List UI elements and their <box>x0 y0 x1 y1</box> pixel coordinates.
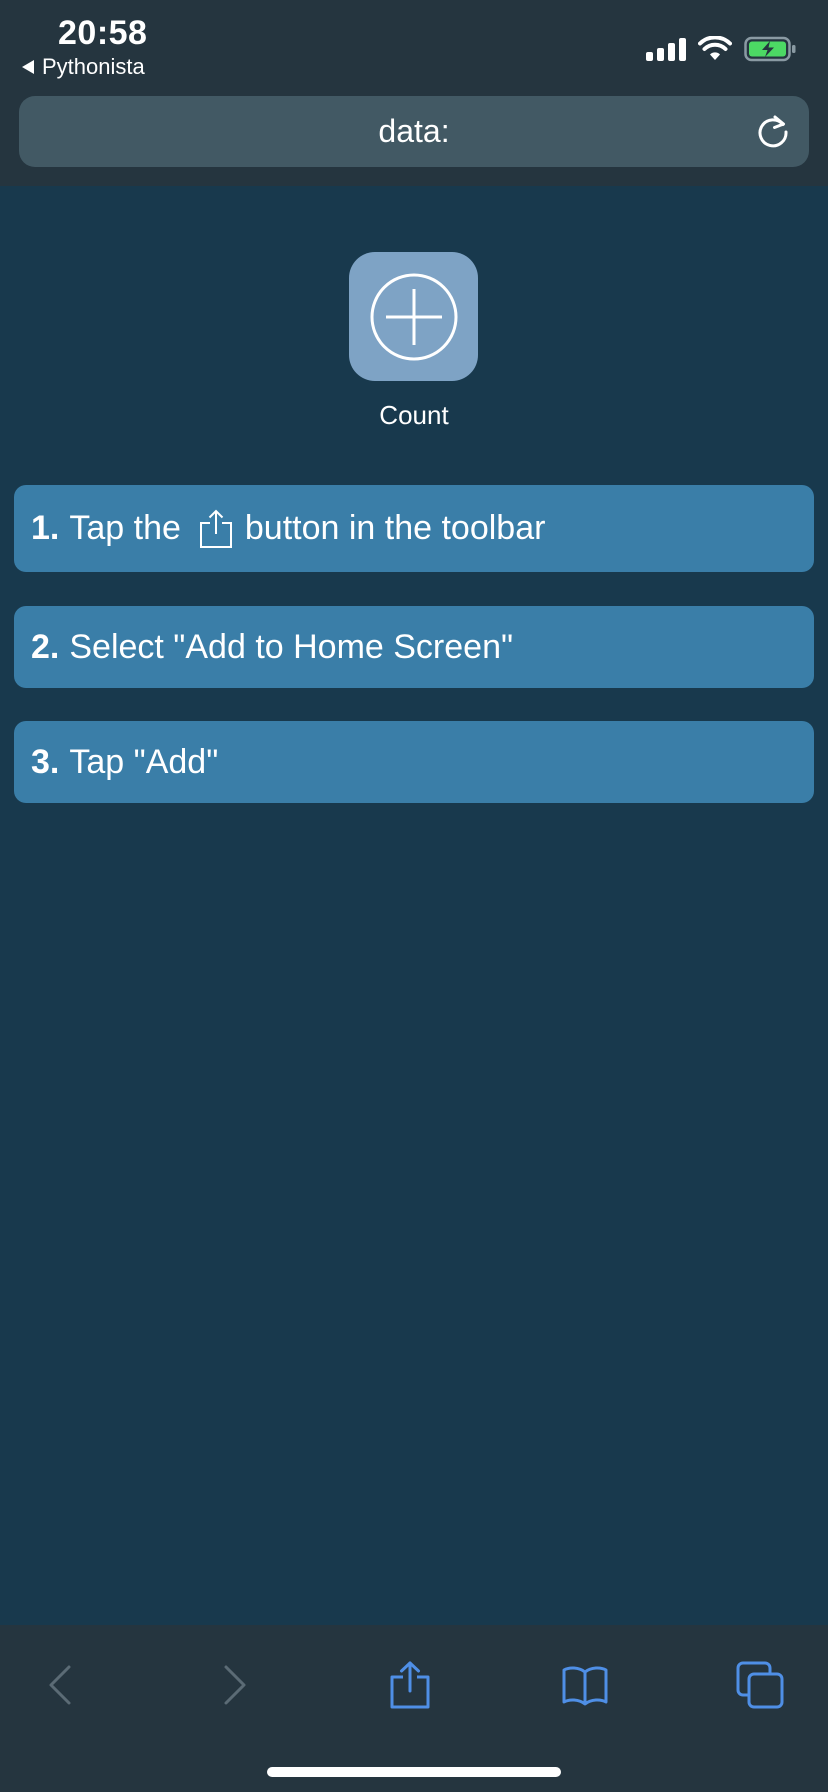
url-text: data: <box>378 113 450 149</box>
step-3: 3. Tap "Add" <box>14 721 814 803</box>
status-time: 20:58 <box>58 14 148 52</box>
plus-circle-icon <box>370 273 457 360</box>
address-bar[interactable]: data: <box>19 96 809 167</box>
bookmarks-book-icon <box>562 1666 608 1706</box>
back-button[interactable] <box>30 1655 90 1715</box>
back-to-app-button[interactable]: Pythonista <box>22 54 145 80</box>
safari-screen: 20:58 Pythonista data: Count 1. Tap the … <box>0 0 828 1792</box>
bottom-toolbar <box>0 1625 828 1792</box>
step-1: 1. Tap the button in the toolbar <box>14 485 814 572</box>
status-indicators <box>646 36 798 62</box>
tabs-icon <box>736 1661 784 1709</box>
tabs-button[interactable] <box>730 1655 790 1715</box>
top-chrome: 20:58 Pythonista data: <box>0 0 828 186</box>
battery-charging-icon <box>744 36 796 62</box>
share-icon <box>390 1661 430 1709</box>
share-button[interactable] <box>380 1655 440 1715</box>
app-name: Count <box>379 400 449 430</box>
step-2: 2. Select "Add to Home Screen" <box>14 606 814 688</box>
share-icon <box>199 509 233 549</box>
back-app-label: Pythonista <box>42 54 145 79</box>
home-indicator[interactable] <box>267 1767 561 1777</box>
cellular-signal-icon <box>646 37 686 61</box>
step-text-after: button in the toolbar <box>244 509 546 547</box>
reload-icon[interactable] <box>753 111 793 151</box>
step-number: 1. <box>31 509 60 547</box>
app-icon <box>349 252 478 381</box>
chevron-right-icon <box>224 1665 246 1705</box>
forward-button[interactable] <box>205 1655 265 1715</box>
back-triangle-icon <box>22 60 34 74</box>
step-number: 2. <box>31 627 60 666</box>
bookmarks-button[interactable] <box>555 1655 615 1715</box>
step-text: Tap "Add" <box>69 742 219 781</box>
step-text: Select "Add to Home Screen" <box>69 627 514 666</box>
step-text-before: Tap the <box>69 509 181 547</box>
step-number: 3. <box>31 742 60 781</box>
chevron-left-icon <box>49 1665 71 1705</box>
wifi-icon <box>698 36 732 60</box>
